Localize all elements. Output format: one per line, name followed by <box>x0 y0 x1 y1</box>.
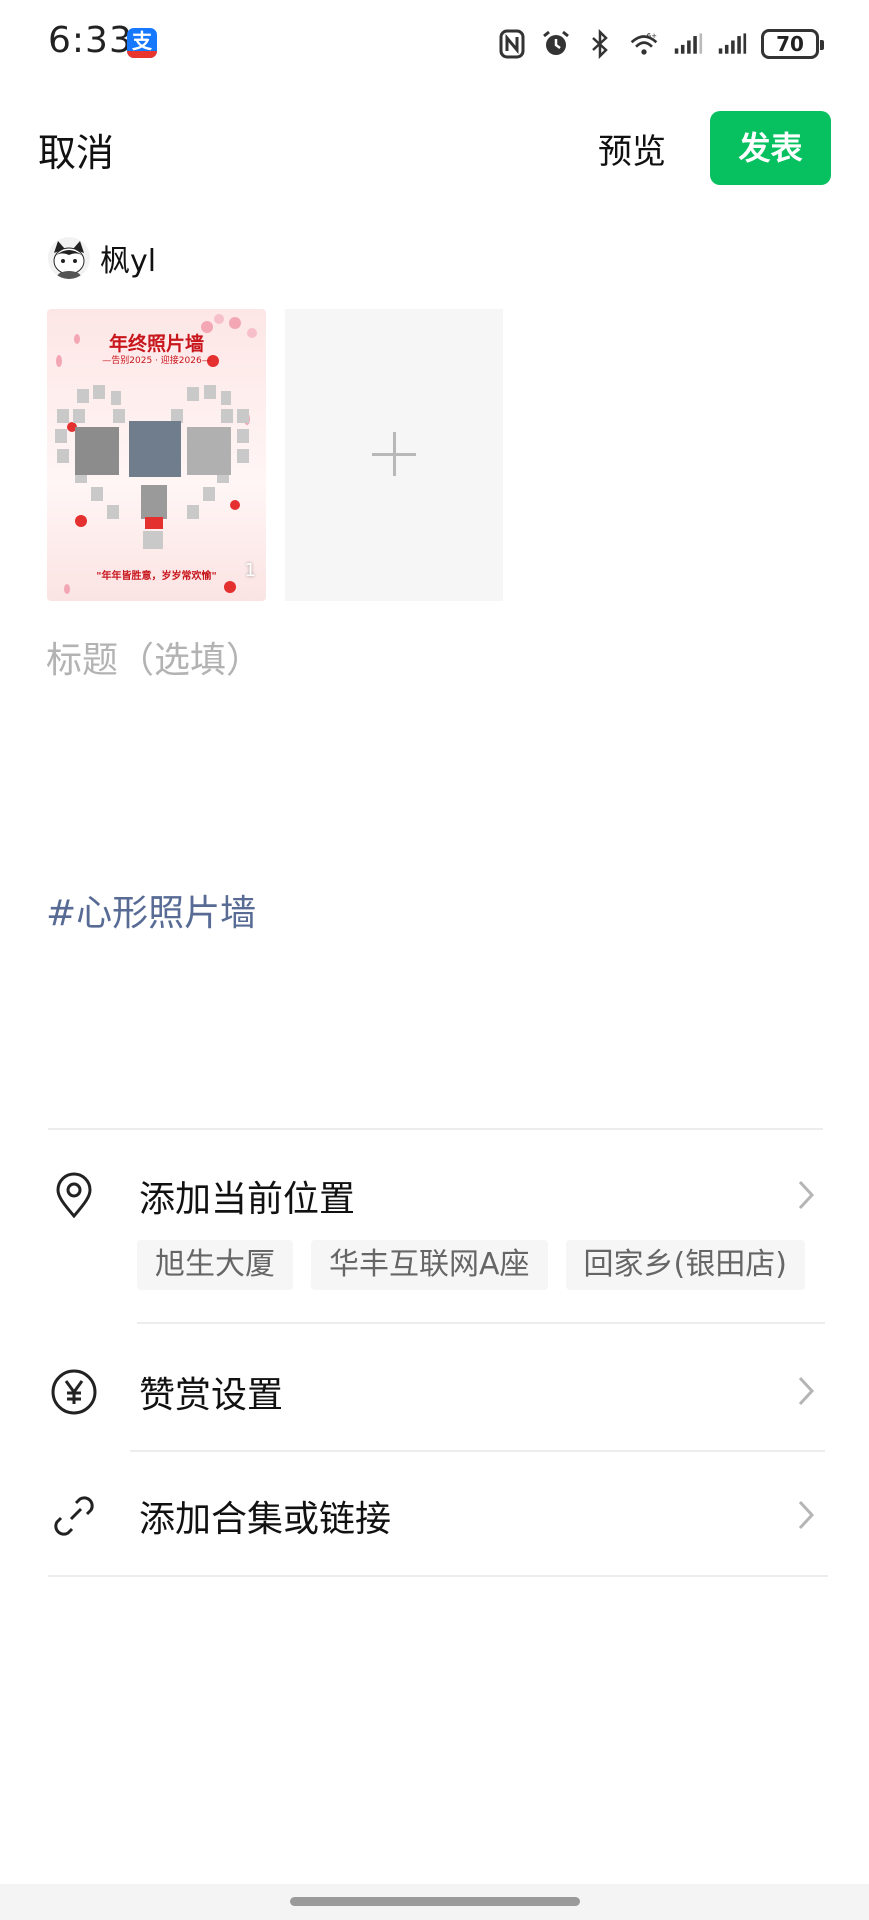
add-media-button[interactable] <box>285 309 503 601</box>
topic-hashtag[interactable]: #心形照片墙 <box>46 884 256 936</box>
chevron-right-icon <box>798 1500 815 1530</box>
publish-button[interactable]: 发表 <box>710 111 831 185</box>
svg-text:6+: 6+ <box>647 31 657 40</box>
reward-settings-row[interactable]: 赞赏设置 <box>0 1356 869 1426</box>
preview-button[interactable]: 预览 <box>598 124 666 173</box>
thumb-footer: "年年皆胜意，岁岁常欢愉" <box>96 571 217 582</box>
reward-settings-label: 赞赏设置 <box>139 1375 284 1416</box>
add-collection-row[interactable]: 添加合集或链接 <box>0 1480 869 1550</box>
nfc-icon <box>497 28 527 60</box>
divider <box>48 1128 823 1130</box>
add-location-row[interactable]: 添加当前位置 <box>0 1160 869 1230</box>
avatar <box>48 237 90 279</box>
yuan-icon <box>50 1368 98 1416</box>
add-location-label: 添加当前位置 <box>139 1179 356 1220</box>
home-indicator[interactable] <box>290 1897 580 1906</box>
author: 枫yl <box>48 236 156 280</box>
status-bar: 6:33 支 6+ 70 <box>0 0 869 88</box>
signal-icon <box>717 28 747 60</box>
status-time: 6:33 <box>48 20 133 61</box>
divider <box>48 1575 828 1577</box>
thumb-title: 年终照片墙 <box>108 333 204 355</box>
chevron-right-icon <box>798 1180 815 1210</box>
app-icon-glyph: 支 <box>132 29 152 53</box>
location-chip[interactable]: 华丰互联网A座 <box>311 1240 548 1290</box>
media-thumbnail[interactable]: 年终照片墙 —告别2025 · 迎接2026— "年年皆胜意，岁岁常欢愉" 1 <box>47 309 266 601</box>
chevron-right-icon <box>798 1376 815 1406</box>
signal-icon <box>673 28 703 60</box>
thumb-subtitle: —告别2025 · 迎接2026— <box>102 356 211 366</box>
divider <box>130 1450 825 1452</box>
title-input[interactable] <box>46 640 826 681</box>
add-collection-label: 添加合集或链接 <box>139 1499 392 1540</box>
author-name: 枫yl <box>100 244 157 279</box>
location-suggestions: 旭生大厦 华丰互联网A座 回家乡(银田店) <box>137 1240 805 1290</box>
cancel-button[interactable]: 取消 <box>38 122 114 177</box>
alipay-app-icon: 支 <box>127 28 157 58</box>
battery-icon: 70 <box>761 29 824 59</box>
bluetooth-icon <box>585 28 615 60</box>
alarm-icon <box>541 28 571 60</box>
divider <box>137 1322 825 1324</box>
wifi-icon: 6+ <box>629 28 659 60</box>
status-icons: 6+ 70 <box>497 24 824 64</box>
thumb-count: 1 <box>244 560 256 581</box>
link-icon <box>50 1492 98 1540</box>
header: 取消 预览 发表 <box>0 100 869 196</box>
location-pin-icon <box>50 1172 98 1220</box>
location-chip[interactable]: 回家乡(银田店) <box>565 1240 805 1290</box>
location-chip[interactable]: 旭生大厦 <box>137 1240 293 1290</box>
